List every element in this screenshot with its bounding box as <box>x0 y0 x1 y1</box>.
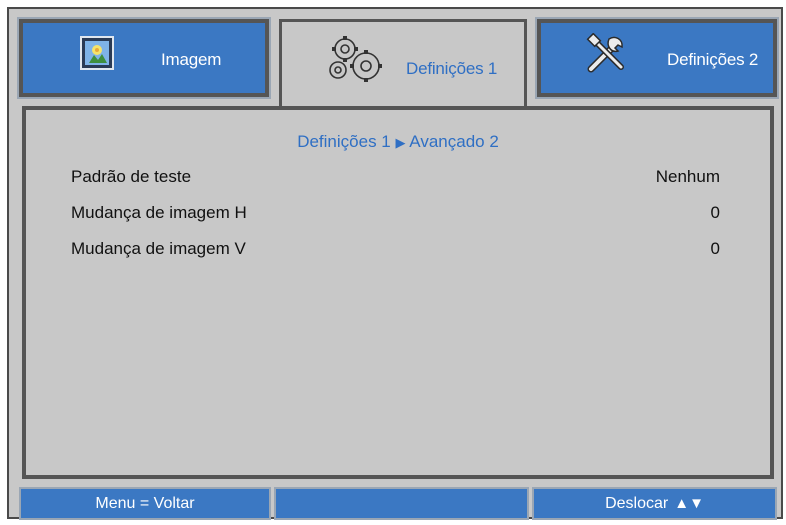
breadcrumb-parent: Definições 1 <box>297 132 391 151</box>
osd-menu: Imagem Definições 1 Definições 2 Definiç… <box>7 7 783 520</box>
tab-imagem[interactable]: Imagem <box>17 17 271 99</box>
menu-row-value: 0 <box>710 239 720 258</box>
menu-row-label: Mudança de imagem V <box>71 239 246 258</box>
tab-definicoes-1-label: Definições 1 <box>406 59 498 78</box>
footer-hint-navigate: Deslocar ▲▼ <box>532 487 777 520</box>
footer-back-label: Menu = Voltar <box>95 494 195 512</box>
gears-icon <box>328 34 384 84</box>
breadcrumb: Definições 1 ▶ Avançado 2 <box>26 132 770 152</box>
menu-row-mudanca-imagem-v[interactable]: Mudança de imagem V 0 <box>71 239 720 259</box>
breadcrumb-separator-icon: ▶ <box>395 135 406 150</box>
image-icon <box>80 36 114 70</box>
menu-row-value: 0 <box>710 203 720 222</box>
footer-navigate-label: Deslocar <box>605 494 669 512</box>
breadcrumb-current: Avançado 2 <box>409 132 499 151</box>
tab-definicoes-1[interactable]: Definições 1 <box>279 19 527 109</box>
footer-hint-empty <box>274 487 529 520</box>
menu-row-padrao-de-teste[interactable]: Padrão de teste Nenhum <box>71 167 720 187</box>
footer-hint-back: Menu = Voltar <box>19 487 271 520</box>
menu-row-label: Padrão de teste <box>71 167 192 186</box>
settings-panel: Definições 1 ▶ Avançado 2 Padrão de test… <box>22 106 774 479</box>
tab-definicoes-2-label: Definições 2 <box>667 50 759 69</box>
up-down-arrows-icon: ▲▼ <box>674 495 704 512</box>
menu-row-value: Nenhum <box>655 167 720 186</box>
menu-row-mudanca-imagem-h[interactable]: Mudança de imagem H 0 <box>71 203 720 223</box>
menu-row-label: Mudança de imagem H <box>71 203 247 222</box>
tab-definicoes-2[interactable]: Definições 2 <box>535 17 779 99</box>
tools-icon <box>585 32 629 77</box>
tab-imagem-label: Imagem <box>161 50 222 69</box>
